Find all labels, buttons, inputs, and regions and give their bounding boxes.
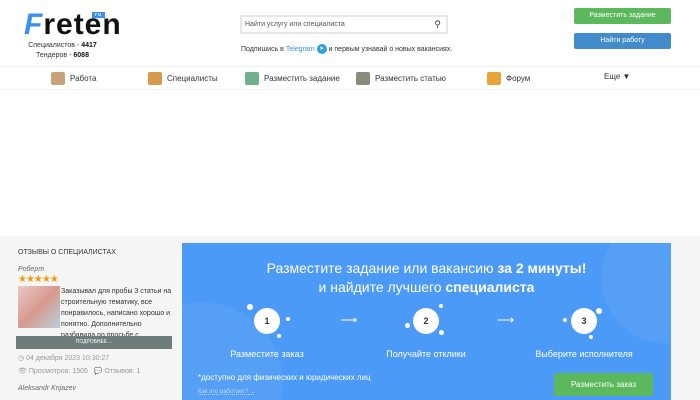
monitor-icon	[245, 72, 259, 85]
logo-text: reten	[43, 8, 122, 41]
step-label: Разместите заказ	[230, 349, 304, 359]
review-author[interactable]: Aleksandr Knjazev	[18, 385, 173, 392]
decor-dot	[439, 330, 444, 335]
decor-dot	[286, 317, 290, 321]
step-number: 1	[247, 304, 290, 338]
decor-dot	[405, 323, 410, 328]
step-3: 3 Выберите исполнителя	[524, 308, 644, 359]
more-button[interactable]: ПОДРОБНЕЕ→	[16, 336, 172, 349]
date-text: 04 декабря 2023 10:30:27	[26, 355, 110, 362]
search-input[interactable]: Найти услугу или специалиста ⚲	[240, 15, 448, 34]
tenders-label: Тендеров -	[36, 52, 74, 59]
people-search-icon	[148, 72, 162, 85]
handshake-icon	[51, 72, 65, 85]
place-order-button[interactable]: Разместить заказ	[554, 373, 653, 396]
tenders-count: 6088	[73, 52, 89, 59]
decor-dot	[277, 334, 281, 338]
search-placeholder: Найти услугу или специалиста	[245, 21, 345, 28]
nav-item-more[interactable]: Еще ▼	[604, 72, 630, 81]
how-link-text: Как это работает?	[198, 389, 249, 395]
clock-icon: ◷	[18, 355, 27, 362]
nav-item-forum[interactable]: Форум	[487, 72, 530, 85]
step-number-text: 3	[581, 316, 587, 326]
step-2: 2 Получайте отклики	[366, 304, 486, 359]
promo-headline: Разместите задание или вакансию за 2 мин…	[182, 259, 671, 297]
review-date: ◷ 04 декабря 2023 10:30:27	[18, 354, 173, 362]
step-label: Выберите исполнителя	[535, 349, 633, 359]
logo-badge: ru	[92, 12, 105, 18]
comment-icon: 💬	[93, 368, 105, 375]
nav-label: Разместить задание	[264, 74, 340, 83]
headline-bold: за 2 минуты!	[497, 260, 587, 276]
step-number-text: 1	[264, 316, 270, 326]
telegram-icon[interactable]: ➤	[316, 44, 327, 54]
nav-label: Форум	[506, 74, 531, 83]
site-header: Freten ru Специалистов - 4417 Тендеров - …	[0, 0, 700, 66]
review-text: Заказывал для пробы 3 статьи на строител…	[61, 288, 172, 336]
logo-letter: F	[24, 8, 44, 41]
headline-text: и найдите лучшего	[318, 279, 446, 295]
nav-item-specialists[interactable]: Специалисты	[148, 72, 218, 85]
step-number-text: 2	[423, 316, 429, 326]
telegram-text-after: и первым узнавай о новых вакансиях.	[326, 45, 453, 53]
telegram-link[interactable]: Telegram	[286, 46, 315, 53]
telegram-text-before: Подпишись в	[241, 45, 286, 53]
reviews-sidebar: Отзывы о специалистах Роберт ★★★★★ Заказ…	[16, 249, 173, 392]
how-it-works-link[interactable]: Как это работает? →	[198, 389, 256, 395]
main-nav: Работа Специалисты Разместить задание Ра…	[0, 66, 700, 90]
promo-banner: Разместите задание или вакансию за 2 мин…	[182, 243, 671, 400]
specialists-label: Специалистов -	[28, 42, 82, 49]
post-task-button[interactable]: Разместить задание	[574, 8, 671, 24]
nav-label: Работа	[70, 74, 97, 83]
decor-dot	[589, 335, 593, 339]
avatar[interactable]	[18, 286, 60, 328]
headline-text: Разместите задание или вакансию	[266, 260, 498, 276]
nav-label: Еще ▼	[604, 72, 631, 81]
nav-item-post-task[interactable]: Разместить задание	[245, 72, 340, 85]
decor-dot	[439, 304, 443, 308]
find-work-button[interactable]: Найти работу	[574, 33, 671, 49]
arrow-icon: ⟶	[340, 313, 358, 327]
decor-dot	[247, 304, 253, 310]
logo[interactable]: Freten ru	[24, 8, 122, 42]
review-author[interactable]: Роберт	[18, 266, 173, 273]
specialists-count: 4417	[81, 42, 97, 49]
reviews-count: Отзывов: 1	[104, 368, 141, 375]
review-stats: 👁 Просмотров: 1505 💬 Отзывов: 1	[18, 367, 173, 375]
nav-label: Разместить статью	[375, 74, 446, 83]
availability-note: *доступно для физических и юридических л…	[198, 373, 371, 382]
arrow-icon: ⟶	[497, 313, 515, 327]
decor-dot	[563, 318, 567, 322]
decor-dot	[596, 308, 602, 314]
search-icon[interactable]: ⚲	[434, 19, 441, 30]
step-1: 1 Разместите заказ	[207, 304, 327, 359]
sidebar-title: Отзывы о специалистах	[18, 249, 116, 256]
nav-item-work[interactable]: Работа	[51, 72, 96, 85]
telegram-subscribe: Подпишись в Telegram ➤ и первым узнавай …	[241, 44, 452, 54]
scroll-pen-icon	[356, 72, 370, 85]
step-number: 3	[563, 308, 602, 339]
rating-stars: ★★★★★	[18, 274, 59, 285]
headline-bold: специалиста	[445, 279, 535, 295]
review-body: Заказывал для пробы 3 статьи на строител…	[18, 286, 173, 336]
views-count: Просмотров: 1505	[28, 368, 88, 375]
step-label: Получайте отклики	[386, 349, 466, 359]
step-number: 2	[405, 304, 444, 335]
chat-icon	[487, 72, 501, 85]
eye-icon: 👁	[18, 368, 29, 375]
nav-label: Специалисты	[167, 74, 218, 83]
arrow-right-icon: →	[249, 389, 256, 395]
site-stats: Специалистов - 4417 Тендеров - 6088	[20, 41, 105, 61]
nav-item-post-article[interactable]: Разместить статью	[356, 72, 446, 85]
